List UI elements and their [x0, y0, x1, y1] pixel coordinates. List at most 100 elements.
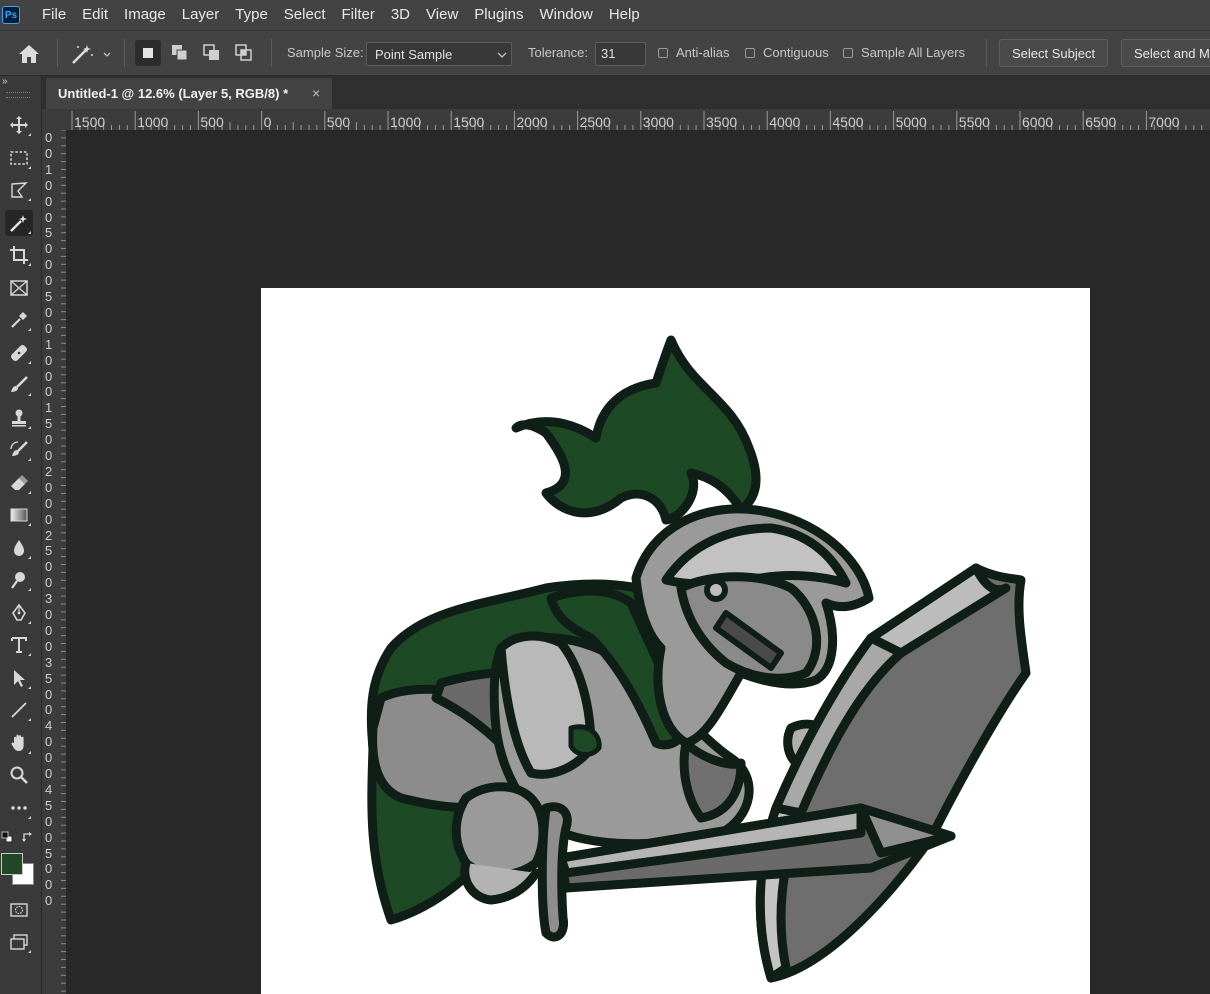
- document-tab[interactable]: Untitled-1 @ 12.6% (Layer 5, RGB/8) * ×: [46, 78, 332, 109]
- anti-alias-label: Anti-alias: [676, 45, 730, 60]
- ruler-label: 5: [45, 797, 53, 813]
- move-tool-icon[interactable]: [5, 112, 33, 138]
- photoshop-logo[interactable]: Ps: [2, 6, 20, 24]
- line-tool-icon[interactable]: [5, 697, 33, 723]
- menu-select[interactable]: Select: [276, 0, 334, 30]
- separator: [57, 39, 58, 67]
- zoom-tool-icon[interactable]: [5, 762, 33, 788]
- sample-size-value: Point Sample: [375, 47, 453, 62]
- healing-brush-tool-icon[interactable]: [5, 340, 33, 366]
- default-colors-icon[interactable]: [1, 831, 13, 843]
- vertical-ruler[interactable]: 0010005000500100015002000250030003500400…: [42, 130, 66, 994]
- lasso-tool-icon[interactable]: [5, 177, 33, 203]
- home-icon[interactable]: [16, 42, 42, 66]
- frame-tool-icon[interactable]: [5, 275, 33, 301]
- menu-help[interactable]: Help: [601, 0, 648, 30]
- menu-3d[interactable]: 3D: [383, 0, 418, 30]
- ruler-label: 5: [45, 289, 53, 304]
- anti-alias-checkbox[interactable]: [658, 48, 668, 58]
- blur-tool-icon[interactable]: [5, 535, 33, 561]
- menu-view[interactable]: View: [418, 0, 466, 30]
- magic-wand-tool-icon[interactable]: [5, 210, 33, 236]
- path-selection-tool-icon[interactable]: [5, 665, 33, 691]
- ruler-label: 0: [45, 448, 53, 463]
- menu-edit[interactable]: Edit: [74, 0, 116, 30]
- eyedropper-tool-icon[interactable]: [5, 307, 33, 333]
- menu-file[interactable]: File: [34, 0, 74, 30]
- close-icon[interactable]: ×: [312, 85, 320, 101]
- ruler-label: 1000: [137, 114, 169, 130]
- crop-tool-icon[interactable]: [5, 242, 33, 268]
- ruler-label: 0: [45, 638, 53, 654]
- pen-tool-icon[interactable]: [5, 600, 33, 626]
- separator: [124, 39, 125, 67]
- document-tab-bar: Untitled-1 @ 12.6% (Layer 5, RGB/8) * ×: [42, 76, 1210, 109]
- menu-image[interactable]: Image: [116, 0, 174, 30]
- marquee-tool-icon[interactable]: [5, 145, 33, 171]
- select-subject-button[interactable]: Select Subject: [999, 39, 1108, 67]
- ruler-label: 0: [45, 893, 53, 909]
- ruler-label: 0: [45, 686, 53, 702]
- ruler-label: 2500: [579, 114, 611, 130]
- ruler-label: 0: [45, 320, 53, 336]
- horizontal-ruler[interactable]: 1500 1000 500 0 500 1000 1500 2000 2500 3000 3500 4…: [66, 109, 1210, 130]
- screen-mode-icon[interactable]: [5, 929, 33, 955]
- tool-preset-picker[interactable]: [70, 41, 114, 67]
- separator: [271, 39, 272, 67]
- ruler-label: 0: [45, 130, 53, 145]
- panel-grip[interactable]: [6, 92, 30, 98]
- ruler-label: 0: [263, 114, 272, 130]
- ruler-label: 4000: [769, 114, 801, 130]
- clone-stamp-tool-icon[interactable]: [5, 405, 33, 431]
- sample-size-label: Sample Size:: [287, 45, 364, 60]
- menu-plugins[interactable]: Plugins: [466, 0, 531, 30]
- ruler-label: 3: [45, 591, 53, 607]
- contiguous-checkbox[interactable]: [745, 48, 755, 58]
- ruler-label: 0: [45, 511, 53, 527]
- ruler-label: 0: [45, 575, 53, 591]
- select-and-mask-button[interactable]: Select and Ma: [1121, 39, 1210, 67]
- menu-layer[interactable]: Layer: [174, 0, 228, 30]
- tolerance-input[interactable]: 31: [595, 42, 646, 66]
- sample-size-select[interactable]: Point Sample: [366, 42, 512, 66]
- type-tool-icon[interactable]: [5, 632, 33, 658]
- ruler-label: 0: [45, 813, 53, 829]
- history-brush-tool-icon[interactable]: [5, 437, 33, 463]
- brush-tool-icon[interactable]: [5, 372, 33, 398]
- more-tools-icon[interactable]: [5, 795, 33, 821]
- new-selection-button[interactable]: [135, 40, 161, 66]
- canvas-workspace[interactable]: [66, 130, 1210, 994]
- ruler-label: 5: [45, 543, 53, 559]
- ruler-label: 5: [45, 670, 53, 686]
- ruler-label: 0: [45, 384, 53, 400]
- subtract-from-selection-button[interactable]: [199, 40, 225, 66]
- ruler-label: 5: [45, 225, 53, 241]
- collapse-panel-icon[interactable]: »: [2, 76, 8, 87]
- menu-type[interactable]: Type: [227, 0, 276, 30]
- contiguous-label: Contiguous: [763, 45, 829, 60]
- add-to-selection-button[interactable]: [167, 40, 193, 66]
- ruler-label: 0: [45, 877, 53, 893]
- ruler-label: 1: [45, 400, 53, 416]
- gradient-tool-icon[interactable]: [5, 502, 33, 528]
- intersect-selection-button[interactable]: [231, 40, 257, 66]
- foreground-color-swatch[interactable]: [1, 853, 23, 875]
- sample-all-layers-checkbox[interactable]: [843, 48, 853, 58]
- ruler-label: 6000: [1022, 114, 1054, 130]
- menu-window[interactable]: Window: [531, 0, 600, 30]
- document-canvas[interactable]: [261, 288, 1090, 994]
- swap-colors-icon[interactable]: [21, 830, 35, 844]
- ruler-label: 0: [45, 559, 53, 575]
- ruler-label: 0: [45, 479, 53, 495]
- eraser-tool-icon[interactable]: [5, 470, 33, 496]
- ruler-label: 2: [45, 463, 53, 479]
- ruler-origin[interactable]: [42, 109, 66, 130]
- menu-filter[interactable]: Filter: [334, 0, 383, 30]
- quick-mask-icon[interactable]: [5, 897, 33, 923]
- dodge-tool-icon[interactable]: [5, 567, 33, 593]
- knight-mascot-artwork: [366, 335, 1031, 983]
- hand-tool-icon[interactable]: [5, 730, 33, 756]
- chevron-down-icon: [497, 52, 507, 58]
- ruler-label: 0: [45, 861, 53, 877]
- ruler-label: 500: [326, 114, 351, 130]
